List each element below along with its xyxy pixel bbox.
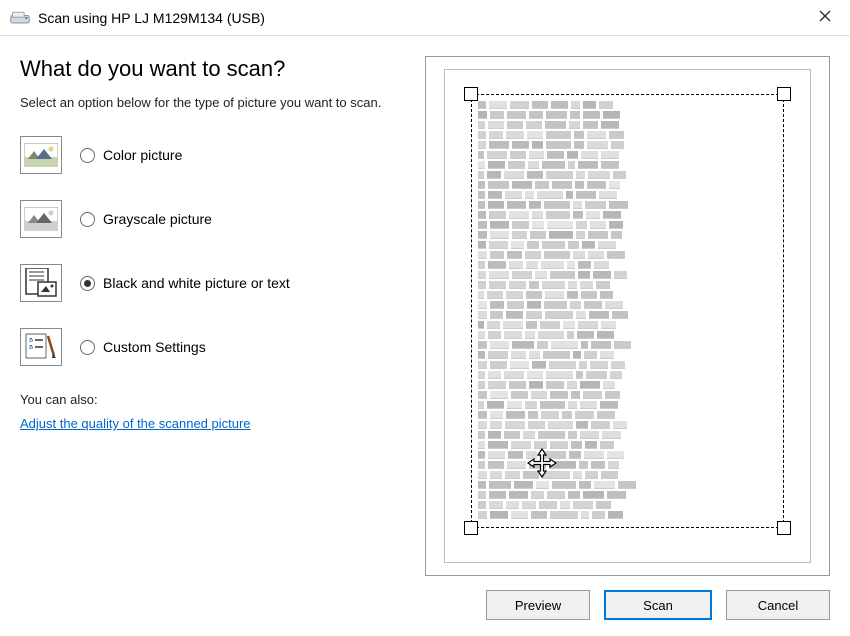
crop-handle-bottom-left[interactable] bbox=[464, 521, 478, 535]
option-label: Custom Settings bbox=[103, 339, 206, 355]
option-label: Color picture bbox=[103, 147, 182, 163]
window-title: Scan using HP LJ M129M134 (USB) bbox=[38, 10, 810, 26]
page-subheading: Select an option below for the type of p… bbox=[20, 94, 415, 112]
also-text: You can also: bbox=[20, 392, 415, 407]
crop-selection[interactable] bbox=[471, 94, 784, 528]
options-panel: What do you want to scan? Select an opti… bbox=[20, 56, 425, 576]
scan-button[interactable]: Scan bbox=[604, 590, 712, 620]
scan-dialog: Scan using HP LJ M129M134 (USB) What do … bbox=[0, 0, 850, 634]
option-label: Grayscale picture bbox=[103, 211, 212, 227]
color-picture-icon bbox=[20, 136, 62, 174]
black-white-icon bbox=[20, 264, 62, 302]
cancel-button[interactable]: Cancel bbox=[726, 590, 830, 620]
content-area: What do you want to scan? Select an opti… bbox=[0, 36, 850, 576]
grayscale-picture-icon bbox=[20, 200, 62, 238]
custom-settings-icon bbox=[20, 328, 62, 366]
button-row: Preview Scan Cancel bbox=[0, 576, 850, 636]
move-cursor-icon bbox=[526, 447, 558, 479]
document-preview-content bbox=[478, 101, 777, 521]
option-custom-settings[interactable]: Custom Settings bbox=[20, 328, 415, 366]
option-black-white[interactable]: Black and white picture or text bbox=[20, 264, 415, 302]
close-button[interactable] bbox=[810, 6, 840, 30]
radio-bw[interactable] bbox=[80, 276, 95, 291]
preview-button[interactable]: Preview bbox=[486, 590, 590, 620]
option-color-picture[interactable]: Color picture bbox=[20, 136, 415, 174]
option-label: Black and white picture or text bbox=[103, 275, 290, 291]
radio-custom[interactable] bbox=[80, 340, 95, 355]
adjust-quality-link[interactable]: Adjust the quality of the scanned pictur… bbox=[20, 416, 251, 431]
radio-color[interactable] bbox=[80, 148, 95, 163]
radio-grayscale[interactable] bbox=[80, 212, 95, 227]
option-grayscale-picture[interactable]: Grayscale picture bbox=[20, 200, 415, 238]
preview-panel[interactable] bbox=[425, 56, 830, 576]
scanner-icon bbox=[10, 10, 30, 26]
titlebar: Scan using HP LJ M129M134 (USB) bbox=[0, 0, 850, 36]
page-heading: What do you want to scan? bbox=[20, 56, 415, 82]
preview-page bbox=[444, 69, 811, 563]
crop-handle-bottom-right[interactable] bbox=[777, 521, 791, 535]
crop-handle-top-left[interactable] bbox=[464, 87, 478, 101]
crop-handle-top-right[interactable] bbox=[777, 87, 791, 101]
